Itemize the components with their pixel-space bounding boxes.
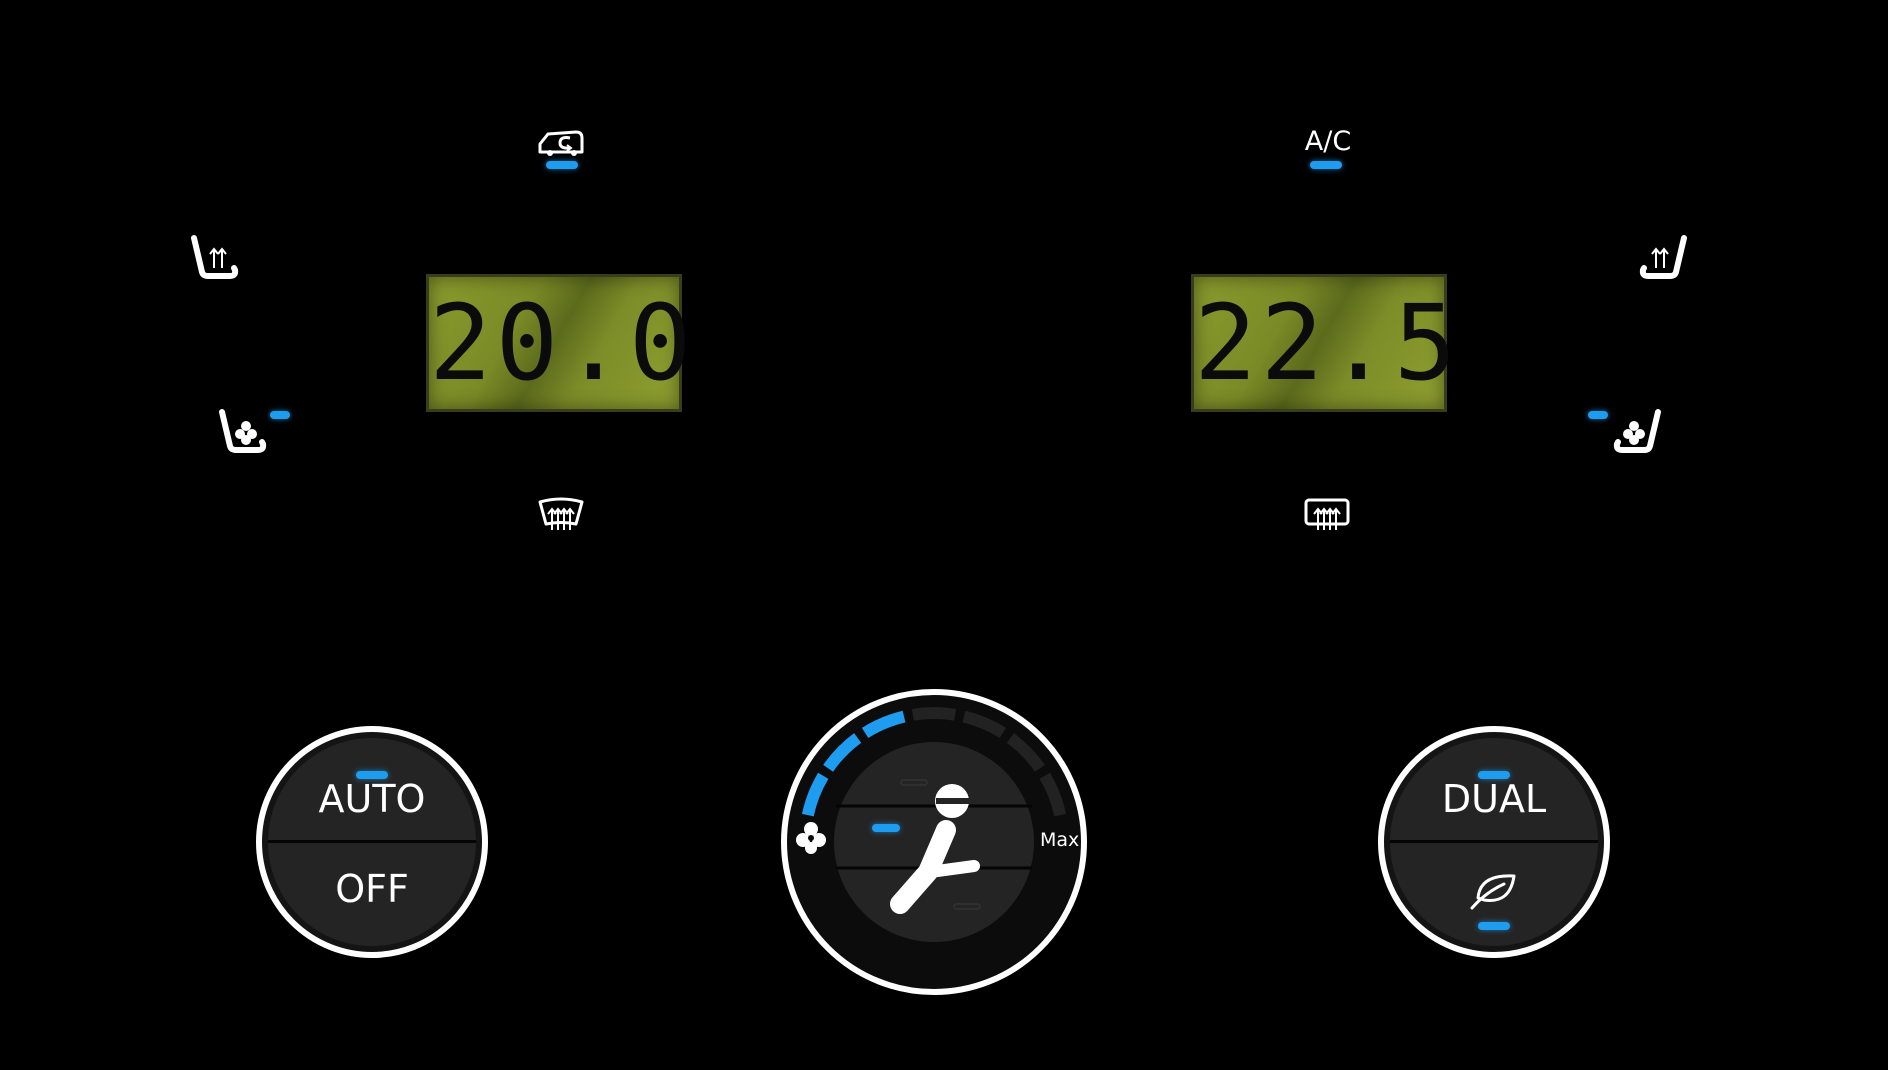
fan-max-label: Max bbox=[1040, 829, 1080, 851]
seat-heat-icon bbox=[1639, 235, 1687, 279]
fan-button[interactable] bbox=[794, 820, 828, 854]
fan-icon bbox=[796, 822, 826, 854]
leaf-eco-icon bbox=[1470, 874, 1516, 910]
seat-ventilation-icon bbox=[1613, 409, 1661, 453]
auto-button[interactable]: AUTO bbox=[268, 738, 476, 842]
car-recirculation-icon bbox=[538, 130, 584, 156]
auto-indicator bbox=[356, 771, 388, 779]
seat-heat-icon bbox=[191, 235, 239, 279]
ac-indicator bbox=[1310, 161, 1342, 169]
ac-label: A/C bbox=[1304, 126, 1352, 157]
dual-eco-knob[interactable]: DUAL bbox=[1378, 726, 1610, 958]
dual-indicator bbox=[1478, 771, 1510, 779]
eco-indicator bbox=[1478, 922, 1510, 930]
right-seat-heat-button[interactable] bbox=[1638, 234, 1688, 284]
right-temperature-display: 22.5 bbox=[1191, 274, 1461, 412]
seat-ventilation-icon bbox=[219, 409, 267, 453]
right-temperature-value: 22.5 bbox=[1194, 282, 1461, 404]
left-seat-heat-button[interactable] bbox=[190, 234, 240, 284]
front-defrost-icon bbox=[538, 497, 584, 530]
fan-speed-segment bbox=[911, 707, 957, 721]
off-label: OFF bbox=[335, 867, 409, 911]
recirculation-indicator bbox=[546, 161, 578, 169]
auto-label: AUTO bbox=[318, 777, 426, 821]
left-temperature-display: 20.0 bbox=[426, 274, 696, 412]
dual-label: DUAL bbox=[1441, 777, 1547, 821]
ac-button[interactable]: A/C bbox=[1300, 126, 1356, 162]
eco-button[interactable] bbox=[1390, 842, 1598, 946]
seated-passenger-icon bbox=[890, 784, 980, 914]
right-seat-vent-indicator bbox=[1588, 411, 1608, 419]
auto-off-knob[interactable]: AUTO OFF bbox=[256, 726, 488, 958]
left-temperature-value: 20.0 bbox=[429, 282, 696, 404]
dual-button[interactable]: DUAL bbox=[1390, 738, 1598, 842]
airflow-button[interactable] bbox=[880, 784, 990, 914]
right-seat-vent-button[interactable] bbox=[1612, 408, 1662, 458]
left-seat-vent-indicator bbox=[270, 411, 290, 419]
off-button[interactable]: OFF bbox=[268, 842, 476, 946]
rear-defrost-button[interactable] bbox=[1302, 496, 1352, 536]
left-seat-vent-button[interactable] bbox=[218, 408, 268, 458]
fan-speed-knob[interactable]: Max bbox=[780, 688, 1088, 996]
front-defrost-button[interactable] bbox=[536, 496, 586, 536]
rear-defrost-icon bbox=[1304, 498, 1350, 530]
